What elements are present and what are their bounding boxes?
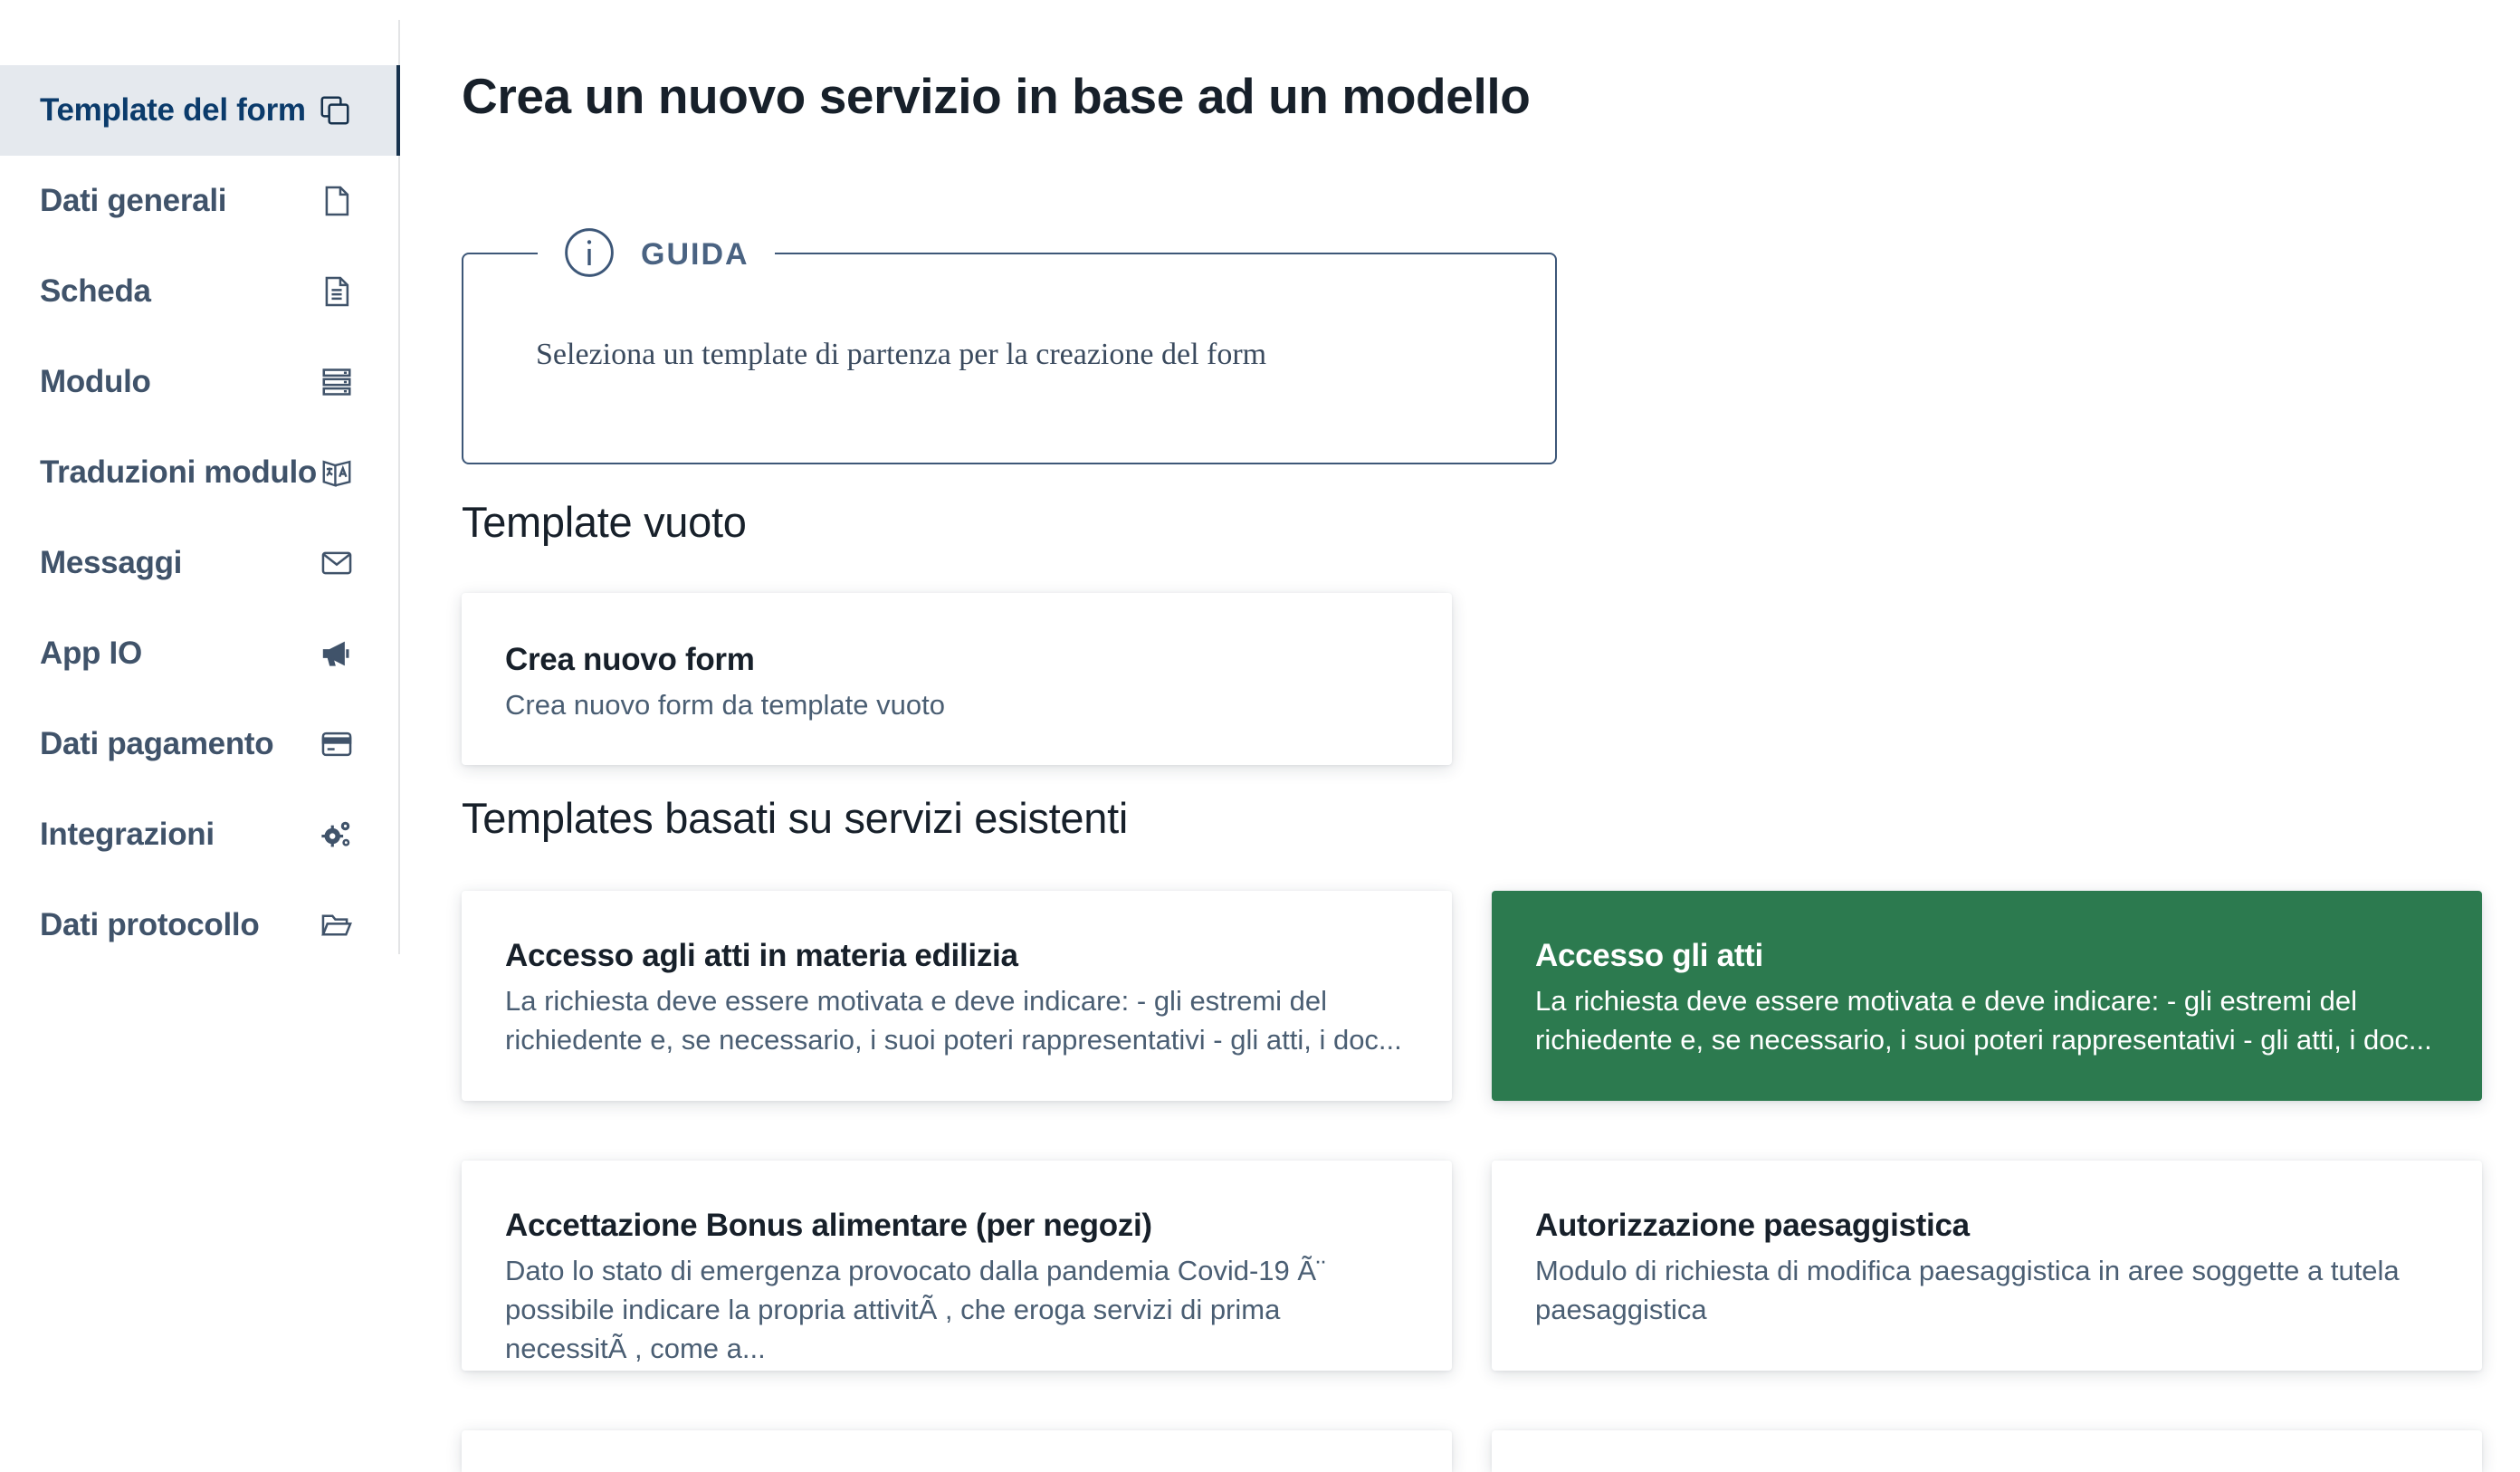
template-card[interactable]: Autorizzazione paesaggistica Modulo di r… <box>1492 1161 2482 1371</box>
card-description: La richiesta deve essere motivata e deve… <box>505 985 1402 1056</box>
card-description: Modulo di richiesta di modifica paesaggi… <box>1535 1255 2400 1325</box>
guide-text: Seleziona un template di partenza per la… <box>536 338 1267 371</box>
translate-icon <box>319 454 355 491</box>
sidebar-item-label: Template del form <box>40 92 306 128</box>
card-title: Accesso agli atti in materia edilizia <box>505 938 1018 973</box>
sidebar-item-label: Traduzioni modulo <box>40 454 317 490</box>
sidebar-item-label: Dati pagamento <box>40 726 274 761</box>
sidebar-item-dati-generali[interactable]: Dati generali <box>0 156 398 246</box>
sidebar-item-integrazioni[interactable]: Integrazioni <box>0 789 398 880</box>
sidebar-item-label: Messaggi <box>40 545 183 580</box>
card-description: Crea nuovo form da template vuoto <box>505 689 945 721</box>
sidebar-item-label: Integrazioni <box>40 817 215 852</box>
sidebar-item-modulo[interactable]: Modulo <box>0 337 398 427</box>
template-card-crea-nuovo-form[interactable]: Crea nuovo form Crea nuovo form da templ… <box>462 593 1452 765</box>
sidebar-item-label: Modulo <box>40 364 151 399</box>
envelope-icon <box>319 545 355 581</box>
card-title: Autorizzazione paesaggistica <box>1535 1208 1970 1243</box>
guide-box: GUIDA Seleziona un template di partenza … <box>462 227 1557 464</box>
template-card[interactable]: Accesso agli atti in materia edilizia La… <box>462 891 1452 1101</box>
folder-open-icon <box>319 907 355 943</box>
server-icon <box>319 364 355 400</box>
sidebar-item-label: Scheda <box>40 273 151 309</box>
credit-card-icon <box>319 726 355 762</box>
template-card[interactable]: Accettazione Bonus alimentare (per negoz… <box>462 1161 1452 1371</box>
template-card-selected[interactable]: Accesso gli atti La richiesta deve esser… <box>1492 891 2482 1101</box>
template-card[interactable] <box>462 1430 1452 1472</box>
card-description: La richiesta deve essere motivata e deve… <box>1535 985 2432 1056</box>
template-card[interactable] <box>1492 1430 2482 1472</box>
card-title: Crea nuovo form <box>505 642 755 677</box>
sidebar-item-label: App IO <box>40 636 142 671</box>
megaphone-icon <box>319 636 355 672</box>
gears-icon <box>319 817 355 853</box>
sidebar-item-app-io[interactable]: App IO <box>0 608 398 699</box>
sidebar-item-messaggi[interactable]: Messaggi <box>0 518 398 608</box>
section-title-templates-esistenti: Templates basati su servizi esistenti <box>462 794 1128 842</box>
sidebar-item-traduzioni-modulo[interactable]: Traduzioni modulo <box>0 427 398 518</box>
sidebar-item-label: Dati generali <box>40 183 227 218</box>
section-title-template-vuoto: Template vuoto <box>462 498 747 546</box>
card-description: Dato lo stato di emergenza provocato dal… <box>505 1255 1326 1364</box>
guide-header: GUIDA <box>538 227 775 282</box>
card-title: Accesso gli atti <box>1535 938 1763 973</box>
sidebar: Template del form Dati generali Scheda M… <box>0 20 400 954</box>
guide-title: GUIDA <box>641 236 749 272</box>
file-icon <box>319 183 355 219</box>
card-title: Accettazione Bonus alimentare (per negoz… <box>505 1208 1152 1243</box>
copy-icon <box>317 92 353 129</box>
sidebar-item-dati-protocollo[interactable]: Dati protocollo <box>0 880 398 970</box>
file-text-icon <box>319 273 355 310</box>
sidebar-item-dati-pagamento[interactable]: Dati pagamento <box>0 699 398 789</box>
sidebar-item-scheda[interactable]: Scheda <box>0 246 398 337</box>
page-title: Crea un nuovo servizio in base ad un mod… <box>462 68 1531 124</box>
sidebar-item-template-del-form[interactable]: Template del form <box>0 65 400 156</box>
sidebar-item-label: Dati protocollo <box>40 907 260 942</box>
info-icon <box>563 226 616 283</box>
